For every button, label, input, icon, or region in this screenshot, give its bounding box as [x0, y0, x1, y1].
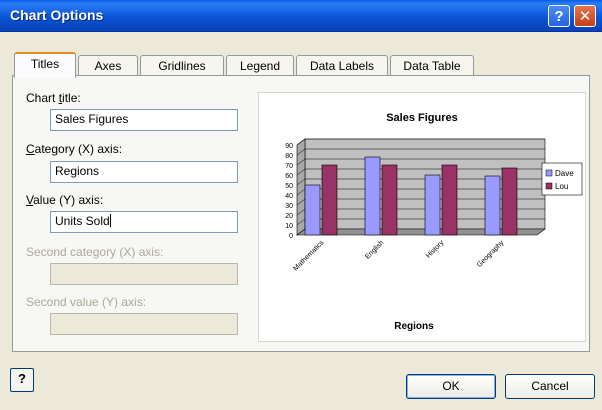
bar-lou [381, 164, 398, 236]
bar-lou [321, 164, 338, 236]
value-axis-label: Value (Y) axis: [26, 193, 104, 207]
question-icon: ? [554, 7, 564, 25]
close-button[interactable]: ✕ [574, 5, 596, 27]
second-category-axis-label: Second category (X) axis: [26, 245, 164, 259]
tab-axes[interactable]: Axes [78, 55, 138, 77]
bar-dave [484, 175, 501, 236]
y-tick-label: 40 [285, 193, 293, 200]
second-value-axis-label: Second value (Y) axis: [26, 295, 147, 309]
help-title-button[interactable]: ? [548, 5, 570, 27]
second-category-axis-input [50, 263, 238, 285]
legend-label: Lou [555, 182, 568, 191]
bar-dave [364, 156, 381, 236]
y-tick-label: 30 [285, 203, 293, 210]
y-tick-label: 70 [285, 163, 293, 170]
bar-dave [304, 184, 321, 236]
legend-swatch [545, 182, 553, 190]
chart-svg: Sales Figures Regions 0 10 20 30 40 50 60 70 80 9… [285, 112, 583, 332]
y-tick-label: 20 [285, 213, 293, 220]
tab-legend[interactable]: Legend [226, 55, 294, 77]
value-axis-input[interactable]: Units Sold [50, 211, 238, 233]
y-tick-label: 10 [285, 223, 293, 230]
x-tick-label: Mathematics [292, 239, 325, 272]
cancel-button[interactable]: Cancel [505, 374, 595, 399]
side-wall [296, 138, 306, 236]
second-value-axis-input [50, 313, 238, 335]
value-axis-text: Units Sold [55, 214, 110, 228]
x-tick-label: English [364, 239, 385, 260]
title-bar[interactable]: Chart Options ? ✕ [0, 0, 602, 32]
y-tick-label: 60 [285, 173, 293, 180]
x-tick-label: History [425, 239, 446, 260]
tab-titles[interactable]: Titles [14, 52, 76, 78]
bar-dave [424, 174, 441, 236]
x-tick-label: Geography [476, 239, 506, 269]
category-axis-input[interactable]: Regions [50, 161, 238, 183]
titles-panel: Chart title: Sales Figures Category (X) … [12, 75, 590, 352]
text-caret [109, 214, 111, 227]
category-axis-label: Category (X) axis: [26, 142, 123, 156]
tab-data-labels[interactable]: Data Labels [296, 55, 388, 77]
chart-title-label: Chart title: [26, 91, 81, 105]
legend-swatch [545, 169, 553, 177]
bar-lou [441, 164, 458, 236]
chart-preview: Sales Figures Regions 0 10 20 30 40 50 60 70 80 9… [258, 92, 586, 342]
chart-title: Sales Figures [386, 112, 458, 124]
window-title: Chart Options [10, 7, 104, 23]
tab-gridlines[interactable]: Gridlines [140, 55, 224, 77]
chart-title-input[interactable]: Sales Figures [50, 109, 238, 131]
y-tick-label: 0 [289, 233, 293, 240]
y-tick-label: 80 [285, 153, 293, 160]
ok-button[interactable]: OK [406, 374, 496, 399]
x-axis-title: Regions [394, 321, 434, 332]
y-tick-label: 90 [285, 143, 293, 150]
tab-data-table[interactable]: Data Table [390, 55, 474, 77]
close-icon: ✕ [578, 8, 592, 25]
help-button[interactable]: ? [10, 368, 34, 392]
help-icon: ? [18, 371, 26, 386]
y-tick-label: 50 [285, 183, 293, 190]
bar-lou [501, 167, 518, 236]
button-bar: ? OK Cancel [0, 360, 602, 410]
legend-label: Dave [555, 169, 574, 178]
